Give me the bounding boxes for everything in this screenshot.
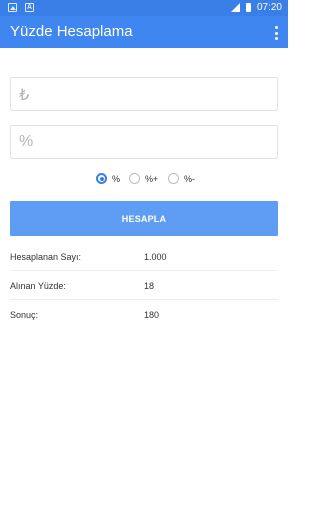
status-time: 07:20 [256, 2, 282, 13]
app-bar: Yüzde Hesaplama [0, 16, 288, 48]
app-title: Yüzde Hesaplama [10, 23, 133, 40]
radio-checked-icon [96, 173, 107, 184]
radio-percent-minus-label: %- [184, 173, 195, 184]
lira-icon: ₺ [19, 87, 30, 104]
result-label: Hesaplanan Sayı: [10, 252, 82, 262]
mode-radio-group: % %+ %- [0, 173, 288, 189]
radio-percent-plus-label: %+ [145, 173, 159, 184]
amount-field[interactable]: ₺ [10, 77, 278, 111]
radio-percent-minus[interactable]: %- [168, 173, 195, 184]
result-label: Sonuç: [10, 310, 39, 320]
radio-percent-label: % [112, 173, 121, 184]
percent-input[interactable] [41, 130, 271, 154]
percent-icon: % [19, 133, 34, 150]
image-notification-icon [8, 3, 17, 12]
overflow-menu-icon[interactable] [274, 26, 278, 40]
result-value: 1.000 [144, 252, 167, 262]
percent-field[interactable]: % [10, 125, 278, 159]
radio-unchecked-icon [168, 173, 179, 184]
radio-percent[interactable]: % [96, 173, 120, 184]
radio-unchecked-icon [129, 173, 140, 184]
result-row-percent: Alınan Yüzde: 18 [10, 272, 278, 300]
result-value: 180 [144, 310, 160, 320]
amount-input[interactable] [41, 82, 271, 106]
battery-icon [245, 3, 251, 12]
calculate-button[interactable]: HESAPLA [10, 201, 278, 236]
a-notification-icon: A [25, 3, 34, 12]
status-bar: A 07:20 [0, 0, 288, 16]
result-row-number: Hesaplanan Sayı: 1.000 [10, 243, 278, 271]
result-row-total: Sonuç: 180 [10, 301, 278, 329]
radio-percent-plus[interactable]: %+ [129, 173, 158, 184]
result-label: Alınan Yüzde: [10, 281, 66, 291]
signal-icon [230, 3, 240, 12]
result-value: 18 [144, 281, 155, 291]
